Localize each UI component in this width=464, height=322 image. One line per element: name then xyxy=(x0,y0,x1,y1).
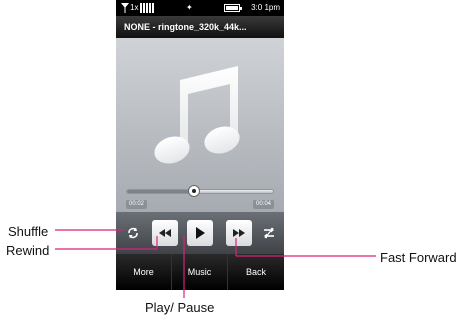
music-note-icon xyxy=(154,66,240,164)
location-icon: ✦ xyxy=(186,3,193,12)
seek-bar[interactable] xyxy=(126,189,274,194)
signal-bars-icon xyxy=(140,3,154,13)
playback-controls xyxy=(116,212,284,254)
network-type: 1x xyxy=(130,3,139,12)
shuffle-button[interactable] xyxy=(120,220,146,246)
seek-handle[interactable] xyxy=(188,185,201,197)
play-pause-callout: Play/ Pause xyxy=(145,300,215,315)
play-icon xyxy=(196,227,205,239)
play-pause-button[interactable] xyxy=(187,220,213,246)
status-clock: 3:0 1pm xyxy=(251,3,280,12)
rewind-icon xyxy=(159,229,171,237)
shuffle-icon xyxy=(128,227,138,239)
repeat-icon xyxy=(264,227,274,239)
status-bar: 1x ✦ 3:0 1pm xyxy=(116,0,284,16)
elapsed-time: 00:02 xyxy=(126,200,148,209)
repeat-button[interactable] xyxy=(256,220,282,246)
more-button[interactable]: More xyxy=(116,254,172,290)
track-title: NONE - ringtone_320k_44k... xyxy=(116,16,284,38)
total-time: 00:04 xyxy=(252,200,274,209)
seek-progress xyxy=(127,190,196,193)
softkey-bar: More Music Back xyxy=(116,254,284,290)
fast-forward-callout: Fast Forward xyxy=(380,250,457,265)
rewind-button[interactable] xyxy=(152,220,178,246)
album-art: 00:02 00:04 xyxy=(116,38,284,212)
music-button[interactable]: Music xyxy=(172,254,228,290)
rewind-callout: Rewind xyxy=(6,243,50,258)
battery-icon xyxy=(224,4,242,12)
back-button[interactable]: Back xyxy=(228,254,284,290)
phone-screen: 1x ✦ 3:0 1pm NONE - ringtone_320k_44k... xyxy=(116,0,284,290)
shuffle-callout: Shuffle xyxy=(8,224,49,239)
fast-forward-icon xyxy=(233,229,245,237)
fast-forward-button[interactable] xyxy=(226,220,252,246)
